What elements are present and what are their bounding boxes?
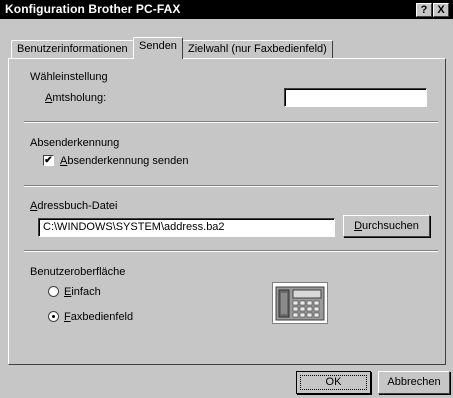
fax-machine-icon [272, 282, 328, 324]
tab-senden[interactable]: Senden [133, 37, 183, 59]
checkmark-icon: ✔ [44, 155, 53, 166]
ok-button[interactable]: OK [296, 371, 371, 394]
browse-button[interactable]: Durchsuchen [343, 215, 430, 237]
address-book-path-value: C:\WINDOWS\SYSTEM\address.ba2 [43, 221, 225, 233]
sender-id-group-label: Absenderkennung [30, 137, 120, 149]
tab-zielwahl[interactable]: Zielwahl (nur Faxbedienfeld) [182, 40, 333, 58]
radio-einfach[interactable] [48, 286, 59, 297]
separator-2 [24, 185, 438, 187]
address-book-group-label: Adressbuch-Datei [30, 200, 118, 212]
outside-line-input[interactable] [284, 88, 427, 107]
address-book-path-input[interactable]: C:\WINDOWS\SYSTEM\address.ba2 [38, 218, 335, 237]
ui-group-label: Benutzeroberfläche [30, 266, 126, 278]
radio-faxbedienfeld-label[interactable]: Faxbedienfeld [64, 311, 133, 323]
separator-3 [24, 250, 438, 252]
separator-1 [24, 121, 438, 123]
help-button[interactable]: ? [416, 3, 432, 17]
window-titlebar[interactable]: Konfiguration Brother PC-FAX ? X [0, 0, 453, 19]
radio-faxbedienfeld[interactable] [48, 311, 59, 322]
tab-benutzerinformationen[interactable]: Benutzerinformationen [11, 40, 134, 58]
send-sender-id-label[interactable]: Absenderkennung senden [60, 155, 188, 167]
close-button[interactable]: X [433, 3, 449, 17]
send-sender-id-checkbox[interactable]: ✔ [43, 155, 54, 166]
window-title: Konfiguration Brother PC-FAX [5, 2, 181, 16]
outside-line-label: Amtsholung: [45, 92, 107, 104]
radio-einfach-label[interactable]: Einfach [64, 286, 101, 298]
dialing-group-label: Wähleinstellung [30, 71, 108, 83]
cancel-button[interactable]: Abbrechen [378, 371, 450, 394]
